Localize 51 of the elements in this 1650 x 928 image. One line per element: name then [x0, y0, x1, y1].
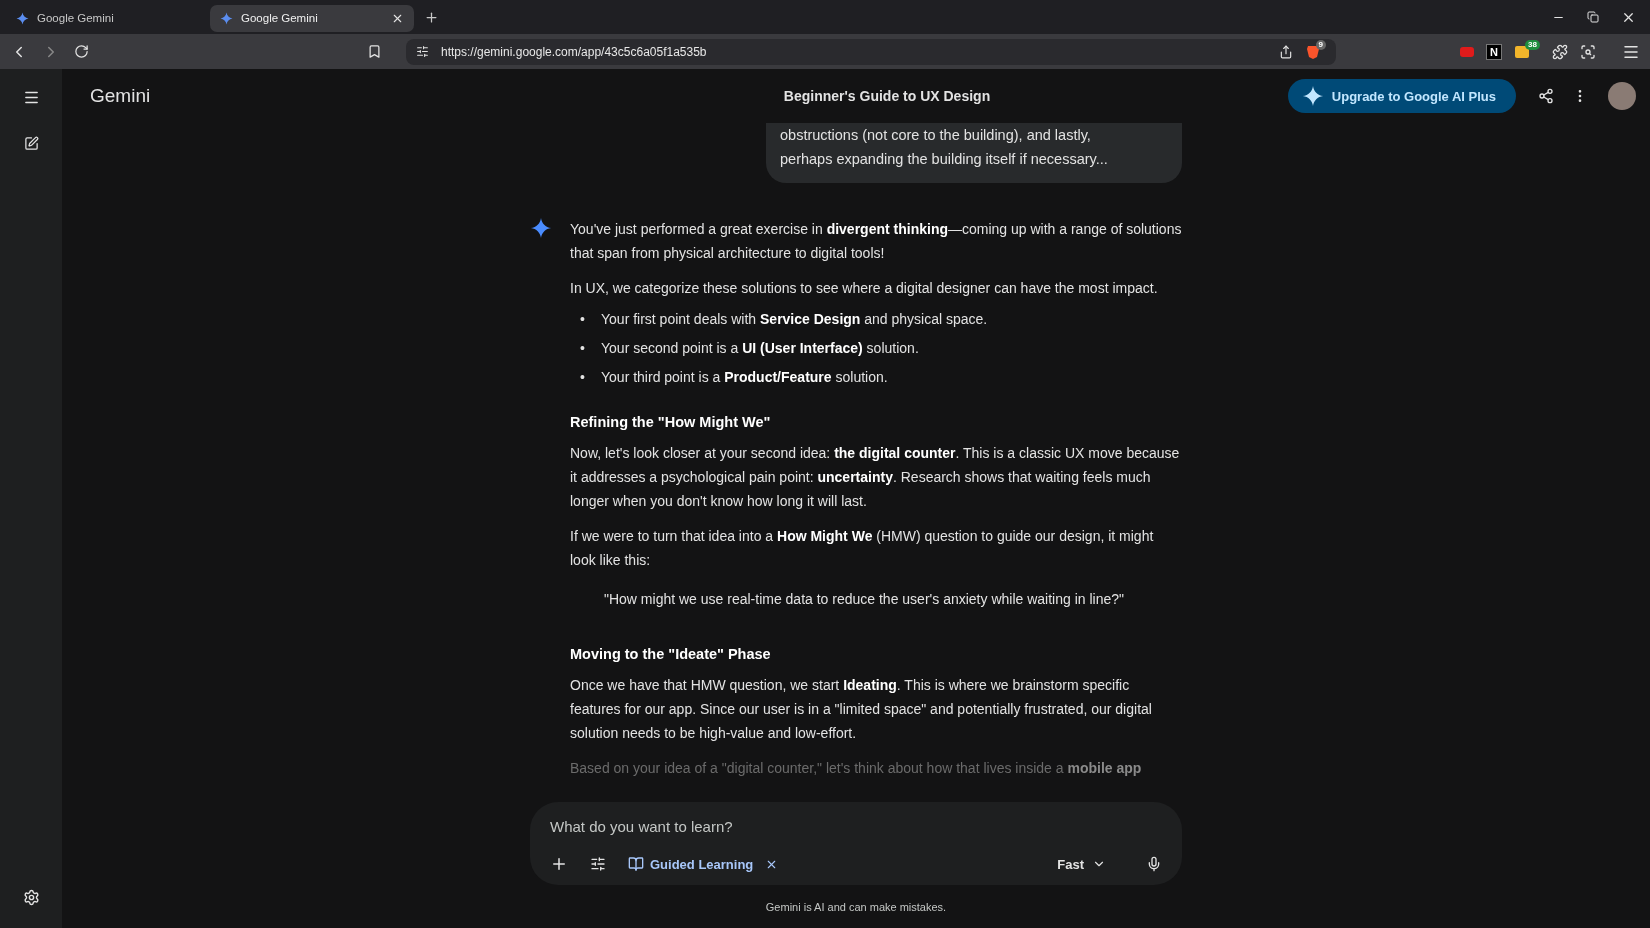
sparkle-icon — [16, 11, 29, 25]
shield-icon[interactable] — [1304, 43, 1321, 60]
sparkle-icon — [530, 217, 552, 239]
menu-icon[interactable] — [22, 89, 40, 106]
tool-chip[interactable]: Guided Learning — [628, 856, 779, 872]
count-badge: 9 — [1315, 39, 1326, 50]
count-badge: 38 — [1525, 39, 1540, 50]
section-heading: Refining the "How Might We" — [570, 413, 772, 432]
app-brand: Gemini — [90, 85, 152, 107]
bullet-marker: • — [580, 339, 586, 358]
site-settings-icon[interactable] — [416, 45, 429, 58]
browser-tab[interactable]: Google Gemini — [210, 4, 414, 32]
book-icon — [628, 856, 644, 872]
section-heading: Moving to the "Ideate" Phase — [570, 645, 772, 664]
upgrade-button[interactable]: Upgrade to Google AI Plus — [1287, 79, 1516, 113]
response-paragraph: If we were to turn that idea into a How Might We (HMW) question to guide our design, it might look like this: — [570, 527, 1155, 570]
address-field[interactable]: https://gemini.google.com/app/43c5c6a05f1a535b 9 — [406, 38, 1336, 65]
restore-icon[interactable] — [1587, 11, 1599, 23]
prompt-input[interactable]: What do you want to learn? — [550, 818, 1162, 835]
response-paragraph: You've just performed a great exercise in divergent thinking—coming up with a range of solutions that span from physical architecture to digital tools! — [570, 220, 1182, 263]
disclaimer-text: Gemini is AI and can make mistakes. — [764, 900, 948, 915]
message-line: obstructions (not core to the building), and lastly, — [780, 126, 1092, 145]
browser-tab[interactable]: Google Gemini — [6, 4, 210, 32]
mic-icon[interactable] — [1146, 856, 1162, 872]
sparkle-icon — [220, 11, 233, 25]
new-tab-icon[interactable] — [424, 9, 439, 25]
response-paragraph: Based on your idea of a "digital counter," let's think about how that lives inside a mobile app — [570, 759, 1143, 778]
bullet-marker: • — [580, 368, 586, 387]
settings-icon[interactable] — [22, 889, 40, 906]
extension-icon[interactable]: N — [1486, 43, 1503, 60]
tools-icon[interactable] — [590, 856, 606, 872]
chat-title: Beginner's Guide to UX Design — [783, 88, 991, 104]
bullet-item: Your second point is a UI (User Interface) solution. — [601, 339, 919, 358]
bullet-item: Your third point is a Product/Feature solution. — [601, 368, 888, 387]
add-icon[interactable] — [550, 855, 568, 873]
reload-icon[interactable] — [74, 44, 89, 59]
quote-text: "How might we use real-time data to reduce the user's anxiety while waiting in line?" — [604, 590, 1125, 609]
share-icon[interactable] — [1538, 88, 1554, 104]
reader-icon[interactable] — [1580, 43, 1596, 60]
response-paragraph: In UX, we categorize these solutions to see where a digital designer can have the most impact. — [570, 279, 1159, 298]
model-selector[interactable]: Fast — [1057, 856, 1106, 872]
bullet-item: Your first point deals with Service Design and physical space. — [601, 310, 988, 329]
response-paragraph: Now, let's look closer at your second idea: the digital counter. This is a classic UX move because it addresses a psychological pain point: uncertainty. Research shows that waiting feels much longer when you don't know how long it will last. — [570, 444, 1181, 511]
puzzle-icon[interactable] — [1552, 43, 1568, 60]
bullet-marker: • — [580, 310, 586, 329]
share-icon[interactable] — [1278, 44, 1293, 59]
message-line: perhaps expanding the building itself if necessary... — [780, 150, 1109, 169]
response-paragraph: Once we have that HMW question, we start Ideating. This is where we brainstorm specific features for our app. Since our user is in a "limited space" and potentially frustrated, our digital solution needs to be high-value and low-effort. — [570, 676, 1153, 743]
bookmark-icon[interactable] — [367, 44, 382, 59]
avatar[interactable] — [1608, 82, 1636, 110]
new-chat-icon[interactable] — [23, 136, 39, 151]
